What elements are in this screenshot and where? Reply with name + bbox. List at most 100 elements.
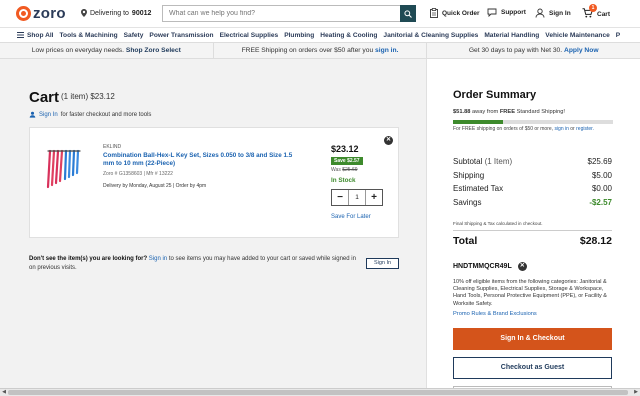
total-label: Total bbox=[453, 235, 478, 247]
ship-end: Standard Shipping! bbox=[516, 109, 565, 115]
horizontal-scrollbar[interactable]: ◀ ▶ bbox=[0, 388, 640, 396]
cart-link[interactable]: 1 Cart bbox=[582, 4, 611, 20]
cart-title: Cart bbox=[29, 89, 60, 106]
cart-label: Cart bbox=[597, 10, 611, 18]
nav-item-plumbing[interactable]: Plumbing bbox=[284, 32, 314, 39]
cart-summary-count: (1 item) $23.12 bbox=[61, 92, 115, 101]
signin-prompt: Sign In for faster checkout and more too… bbox=[29, 111, 151, 118]
remove-item-button[interactable]: ✕ bbox=[384, 136, 393, 145]
quantity-stepper: − 1 + bbox=[331, 189, 383, 206]
logo-mark-icon bbox=[16, 6, 31, 21]
summary-divider bbox=[453, 230, 612, 231]
savings-value: -$2.57 bbox=[589, 197, 612, 207]
nav-item-heating-cooling[interactable]: Heating & Cooling bbox=[320, 32, 377, 39]
cart-main: Cart (1 item) $23.12 Sign In for faster … bbox=[0, 59, 425, 396]
search-button[interactable] bbox=[400, 5, 416, 22]
missing-items-message: Don't see the item(s) you are looking fo… bbox=[29, 255, 359, 272]
scrollbar-thumb[interactable] bbox=[8, 390, 628, 395]
signin-link[interactable]: Sign In bbox=[39, 112, 58, 118]
signin-prompt-text: for faster checkout and more tools bbox=[60, 111, 152, 118]
deliver-zip: 90012 bbox=[131, 9, 152, 17]
search-icon bbox=[404, 9, 412, 18]
tax-label: Estimated Tax bbox=[453, 184, 504, 193]
delivery-estimate: Delivery by Monday, August 25 | Order by… bbox=[103, 183, 207, 189]
zoro-logo[interactable]: zoro bbox=[16, 5, 66, 22]
was-label: Was bbox=[331, 167, 341, 173]
calc-note: Final Shipping & Tax calculated in check… bbox=[453, 221, 543, 226]
note-or: or bbox=[570, 126, 575, 132]
applied-coupon: HNDTMMQCR49L ✕ bbox=[453, 262, 527, 271]
signin-button[interactable]: Sign In bbox=[366, 258, 399, 269]
hamburger-menu-icon bbox=[17, 32, 24, 38]
signin-checkout-button[interactable]: Sign In & Checkout bbox=[453, 328, 612, 350]
nav-item-electrical-supplies[interactable]: Electrical Supplies bbox=[220, 32, 279, 39]
note-signin-link[interactable]: sign in bbox=[554, 126, 568, 132]
scroll-left-arrow-icon[interactable]: ◀ bbox=[0, 389, 8, 396]
apply-now-link[interactable]: Apply Now bbox=[564, 47, 599, 54]
nav-item-janitorial[interactable]: Janitorial & Cleaning Supplies bbox=[383, 32, 478, 39]
shipping-progress-fill bbox=[453, 120, 503, 124]
cart-icon-wrap: 1 bbox=[582, 4, 597, 20]
shipping-note: For FREE shipping on orders of $50 or mo… bbox=[453, 126, 594, 132]
was-price-value: $25.69 bbox=[342, 167, 358, 173]
nav-item-truncated[interactable]: P bbox=[616, 32, 620, 39]
savings-row: Savings -$2.57 bbox=[453, 198, 612, 212]
promo-net30: Get 30 days to pay with Net 30. Apply No… bbox=[427, 43, 640, 58]
ship-free: FREE bbox=[499, 109, 515, 115]
item-price: $23.12 bbox=[331, 144, 359, 154]
subtotal-count: (1 Item) bbox=[484, 157, 513, 166]
subtotal-value: $25.69 bbox=[587, 157, 612, 166]
deliver-label: Delivering to bbox=[90, 9, 129, 17]
promo-3-text: Get 30 days to pay with Net 30. bbox=[468, 47, 563, 54]
product-name-link[interactable]: Combination Ball-Hex-L Key Set, Sizes 0.… bbox=[103, 152, 293, 168]
search-bar bbox=[162, 5, 416, 22]
promo-rules-link[interactable]: Promo Rules & Brand Exclusions bbox=[453, 311, 537, 317]
search-input[interactable] bbox=[163, 6, 400, 21]
save-for-later-link[interactable]: Save For Later bbox=[331, 214, 371, 220]
quantity-input[interactable]: 1 bbox=[348, 190, 366, 205]
scroll-right-arrow-icon[interactable]: ▶ bbox=[632, 389, 640, 396]
total-value: $28.12 bbox=[579, 235, 612, 247]
subtotal-label-wrap: Subtotal (1 Item) bbox=[453, 157, 512, 171]
remove-coupon-icon[interactable]: ✕ bbox=[517, 262, 527, 271]
delivery-location[interactable]: Delivering to 90012 bbox=[81, 9, 151, 17]
promo-sign-in-link[interactable]: sign in. bbox=[375, 47, 398, 54]
promo-2-text: FREE Shipping on orders over $50 after y… bbox=[241, 47, 374, 54]
guest-checkout-button[interactable]: Checkout as Guest bbox=[453, 357, 612, 379]
shipping-label: Shipping bbox=[453, 170, 485, 180]
order-summary-panel: Order Summary $51.88 away from FREE Stan… bbox=[426, 59, 640, 396]
shipping-row: Shipping $5.00 bbox=[453, 171, 612, 185]
savings-label: Savings bbox=[453, 197, 482, 207]
shop-all-menu[interactable]: Shop All bbox=[17, 32, 54, 39]
nav-item-power-transmission[interactable]: Power Transmission bbox=[149, 32, 213, 39]
nav-item-material-handling[interactable]: Material Handling bbox=[484, 32, 539, 39]
was-price: Was $25.69 bbox=[331, 167, 358, 173]
missing-items-signin-link[interactable]: Sign in bbox=[149, 256, 167, 262]
nav-item-tools-machining[interactable]: Tools & Machining bbox=[60, 32, 118, 39]
support-link[interactable]: Support bbox=[487, 8, 526, 17]
nav-item-safety[interactable]: Safety bbox=[124, 32, 144, 39]
ship-amount: $51.88 bbox=[453, 109, 471, 115]
location-pin-icon bbox=[81, 9, 87, 17]
order-summary-title: Order Summary bbox=[453, 89, 537, 101]
shop-zoro-select-link[interactable]: Shop Zoro Select bbox=[126, 47, 181, 54]
coupon-description: 10% off eligible items from the followin… bbox=[453, 279, 607, 307]
promo-1-text: Low prices on everyday needs. bbox=[31, 47, 124, 54]
logo-text: zoro bbox=[33, 5, 66, 22]
product-image bbox=[46, 149, 81, 189]
product-brand: EKLIND bbox=[103, 144, 122, 150]
support-label: Support bbox=[501, 9, 526, 16]
cart-item-card: ✕ EKLIND Combination Ball-Hex-L Key Set,… bbox=[29, 127, 399, 238]
shipping-value: $5.00 bbox=[591, 170, 612, 180]
nav-item-vehicle-maintenance[interactable]: Vehicle Maintenance bbox=[545, 32, 610, 39]
sign-in-link[interactable]: Sign In bbox=[535, 8, 571, 18]
decrease-quantity-button[interactable]: − bbox=[332, 190, 348, 205]
quick-order-link[interactable]: Quick Order bbox=[430, 8, 480, 18]
note-register-link[interactable]: register. bbox=[576, 126, 594, 132]
quick-order-label: Quick Order bbox=[442, 9, 480, 17]
user-icon bbox=[29, 111, 36, 118]
savings-badge: Save $2.57 bbox=[331, 157, 363, 165]
promo-bar: Low prices on everyday needs. Shop Zoro … bbox=[0, 42, 640, 59]
increase-quantity-button[interactable]: + bbox=[366, 190, 382, 205]
subtotal-label: Subtotal bbox=[453, 157, 483, 166]
